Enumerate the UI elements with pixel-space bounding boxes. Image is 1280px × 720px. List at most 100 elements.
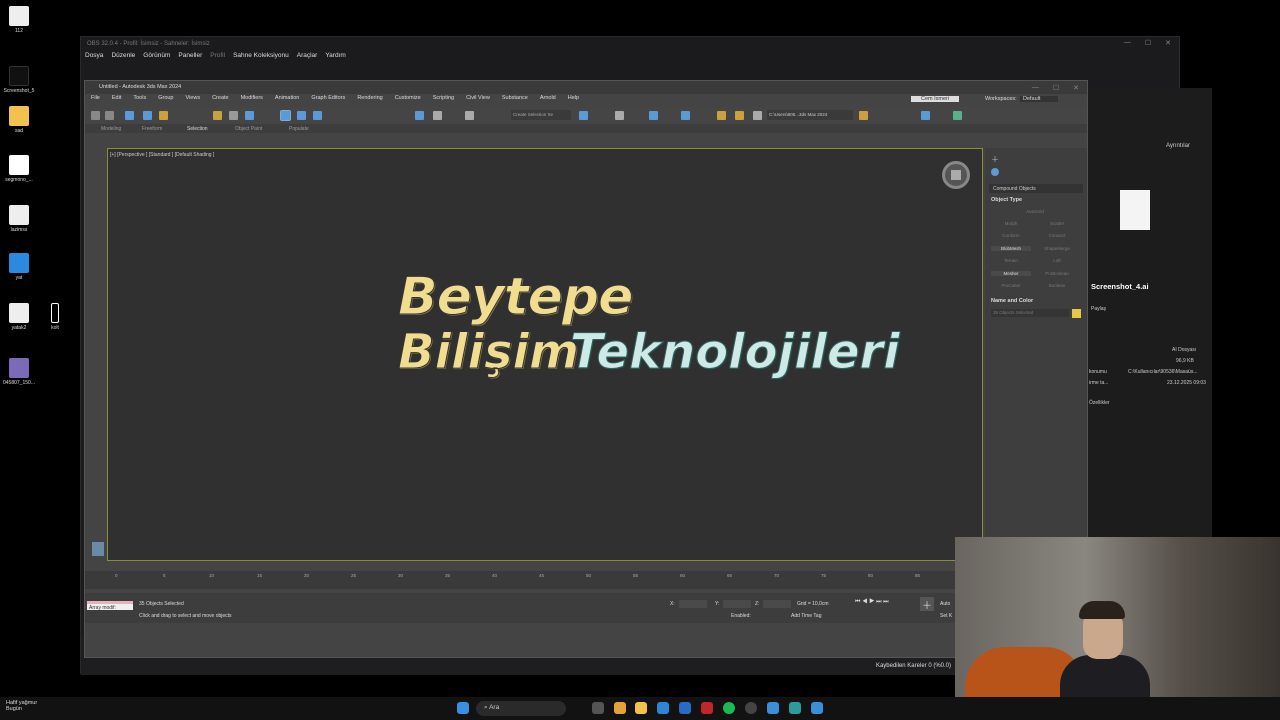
material-editor-icon[interactable] <box>717 111 726 120</box>
obs-menu-edit[interactable]: Düzenle <box>111 52 135 62</box>
rectangular-selection-icon[interactable] <box>245 111 254 120</box>
properties-button[interactable]: Özellikler <box>1089 400 1110 406</box>
windows-start-icon[interactable] <box>457 702 469 714</box>
link-icon[interactable] <box>125 111 134 120</box>
details-button[interactable]: Ayrıntılar <box>1166 143 1190 149</box>
obs-menu-tools[interactable]: Araçlar <box>297 52 318 62</box>
percent-snap-icon[interactable] <box>465 111 474 120</box>
conform-button[interactable]: Conform <box>991 233 1031 238</box>
menu-graph-editors[interactable]: Graph Editors <box>311 95 345 107</box>
obs-menu-view[interactable]: Görünüm <box>143 52 170 62</box>
render-setup-icon[interactable] <box>735 111 744 120</box>
selection-set-dropdown[interactable]: Create Selection Se <box>511 110 571 120</box>
layer-explorer-icon[interactable] <box>615 111 624 120</box>
ribbon-tab-populate[interactable]: Populate <box>289 126 309 132</box>
menu-tools[interactable]: Tools <box>133 95 146 107</box>
z-coordinate-field[interactable] <box>763 600 791 608</box>
opera-icon[interactable] <box>701 702 713 714</box>
desktop-icon-image[interactable]: 045807_150... <box>2 358 36 386</box>
redo-icon[interactable] <box>105 111 114 120</box>
curve-editor-icon[interactable] <box>681 111 690 120</box>
blobmesh-button[interactable]: BlobMesh <box>991 246 1031 251</box>
project-folder-icon[interactable] <box>859 111 868 120</box>
app-icon[interactable] <box>811 702 823 714</box>
procutter-button[interactable]: ProCutter <box>991 283 1031 288</box>
scene-text-teknolojileri[interactable]: Teknolojileri <box>570 324 901 381</box>
connect-button[interactable]: Connect <box>1037 233 1077 238</box>
desktop-icon-112[interactable]: 112 <box>2 6 36 34</box>
ribbon-tab-selection[interactable]: Selection <box>187 126 208 132</box>
app-icon[interactable] <box>767 702 779 714</box>
obs-menu-file[interactable]: Dosya <box>85 52 103 62</box>
obs-menu-profile[interactable]: Profil <box>210 52 225 62</box>
maximize-icon[interactable]: ☐ <box>1145 39 1151 47</box>
key-mode-icon[interactable]: ＋ <box>920 597 934 612</box>
adaptive-degradation-enabled[interactable]: Enabled: <box>731 613 751 619</box>
add-time-tag[interactable]: Add Time Tag <box>791 613 821 619</box>
terrain-button[interactable]: Terrain <box>991 258 1031 263</box>
weather-widget[interactable]: Hafif yağmur Bugün <box>6 700 37 712</box>
object-color-swatch[interactable] <box>1072 309 1081 318</box>
menu-substance[interactable]: Substance <box>502 95 528 107</box>
create-tab-icon[interactable]: ＋ <box>991 154 999 165</box>
menu-rendering[interactable]: Rendering <box>357 95 382 107</box>
maximize-icon[interactable]: ☐ <box>1053 84 1059 92</box>
proboolean-button[interactable]: ProBoolean <box>1037 271 1077 276</box>
menu-scripting[interactable]: Scripting <box>433 95 454 107</box>
shapemerge-button[interactable]: ShapeMerge <box>1037 246 1077 251</box>
object-name-field[interactable]: 35 Objects Selected <box>991 309 1069 317</box>
obs-menu-help[interactable]: Yardım <box>325 52 345 62</box>
3dsmax-icon[interactable] <box>789 702 801 714</box>
chrome-icon[interactable] <box>614 702 626 714</box>
menu-group[interactable]: Group <box>158 95 173 107</box>
mirror-icon[interactable] <box>579 111 588 120</box>
menu-edit[interactable]: Edit <box>112 95 121 107</box>
y-coordinate-field[interactable] <box>723 600 751 608</box>
minimize-icon[interactable]: — <box>1124 39 1131 47</box>
angle-snap-icon[interactable] <box>433 111 442 120</box>
menu-file[interactable]: File <box>91 95 100 107</box>
menu-civil-view[interactable]: Civil View <box>466 95 490 107</box>
undo-icon[interactable] <box>91 111 100 120</box>
scene-text-beytepe[interactable]: Beytepe <box>397 267 633 328</box>
desktop-icon-kolt[interactable]: kolt <box>40 303 70 331</box>
minimize-icon[interactable]: — <box>1032 84 1039 92</box>
file-explorer-icon[interactable] <box>635 702 647 714</box>
boolean-button[interactable]: Boolean <box>1037 283 1077 288</box>
category-dropdown[interactable]: Compound Objects <box>989 184 1083 193</box>
arnold-icon[interactable] <box>953 111 962 120</box>
morph-button[interactable]: Morph <box>991 221 1031 226</box>
bind-space-warp-icon[interactable] <box>159 111 168 120</box>
desktop-icon-yatak2[interactable]: yatak2 <box>2 303 36 331</box>
loft-button[interactable]: Loft <box>1037 258 1077 263</box>
scene-text-bilisim[interactable]: Bilişim <box>398 324 580 381</box>
name-and-color-header[interactable]: Name and Color <box>991 298 1033 304</box>
ribbon-tab-object-paint[interactable]: Object Paint <box>235 126 262 132</box>
menu-help[interactable]: Help <box>568 95 579 107</box>
snap-toggle-icon[interactable] <box>415 111 424 120</box>
menu-customize[interactable]: Customize <box>395 95 421 107</box>
select-by-name-icon[interactable] <box>229 111 238 120</box>
menu-animation[interactable]: Animation <box>275 95 299 107</box>
ribbon-tab-freeform[interactable]: Freeform <box>142 126 162 132</box>
obs-menu-docks[interactable]: Paneller <box>178 52 202 62</box>
task-view-icon[interactable] <box>592 702 604 714</box>
menu-views[interactable]: Views <box>186 95 201 107</box>
desktop-icon-segmono[interactable]: segmono_... <box>2 155 36 183</box>
scale-icon[interactable] <box>313 111 322 120</box>
menu-create[interactable]: Create <box>212 95 229 107</box>
auto-key-button[interactable]: Auto <box>940 601 950 607</box>
viewport-label[interactable]: [+] [Perspective ] [Standard ] [Default … <box>110 152 214 158</box>
viewport-layout-icon[interactable] <box>921 111 930 120</box>
geometry-icon[interactable] <box>991 168 999 176</box>
playback-controls[interactable]: ⏮ ◀ ▶ ⏭ ⏭ <box>855 599 889 606</box>
share-button[interactable]: Paylaş <box>1091 306 1106 312</box>
scatter-button[interactable]: Scatter <box>1037 221 1077 226</box>
menu-arnold[interactable]: Arnold <box>540 95 556 107</box>
desktop-icon-lazimss[interactable]: lazimss <box>2 205 36 233</box>
viewport-nav-icon[interactable] <box>92 542 104 556</box>
ribbon-tab-modeling[interactable]: Modeling <box>101 126 121 132</box>
scene-explorer-icon[interactable] <box>649 111 658 120</box>
desktop-icon-screenshot[interactable]: Screenshot_5 <box>2 66 36 94</box>
taskbar-search[interactable]: ⌕ Ara <box>476 701 566 716</box>
